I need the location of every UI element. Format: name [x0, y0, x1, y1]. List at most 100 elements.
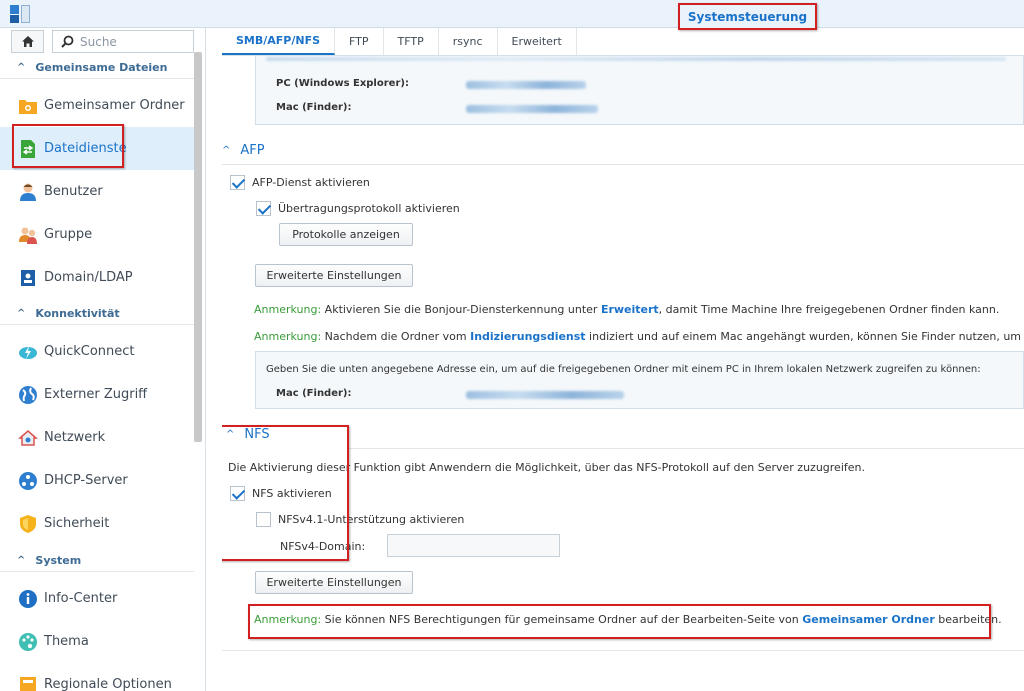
globe-icon — [18, 385, 38, 405]
highlight-file-services — [12, 124, 124, 168]
indexing-service-link[interactable]: Indizierungsdienst — [470, 330, 585, 343]
sidebar-item-theme[interactable]: Thema — [0, 620, 194, 663]
note-text: Nachdem die Ordner vom — [321, 330, 471, 343]
chevron-up-icon: ^ — [17, 62, 26, 73]
sidebar-section-connectivity[interactable]: ^ Konnektivität — [0, 303, 194, 325]
divider — [222, 650, 1024, 651]
chevron-up-icon: ^ — [222, 145, 231, 156]
afp-info-text: Geben Sie die unten angegebene Adresse e… — [266, 364, 981, 375]
afp-transfer-checkbox[interactable] — [256, 201, 271, 216]
mac-address-value — [466, 105, 598, 113]
sidebar-item-network[interactable]: Netzwerk — [0, 416, 194, 459]
afp-advanced-settings-button[interactable]: Erweiterte Einstellungen — [255, 264, 413, 287]
afp-transfer-row[interactable]: Übertragungsprotokoll aktivieren — [256, 201, 460, 216]
sidebar-item-label: Benutzer — [44, 184, 103, 199]
search-placeholder: Suche — [80, 34, 117, 49]
search-input[interactable]: Suche — [52, 30, 194, 53]
network-icon — [18, 428, 38, 448]
sidebar-scrollbar[interactable] — [194, 52, 202, 442]
group-icon — [18, 225, 38, 245]
sidebar-item-label: Netzwerk — [44, 430, 106, 445]
smb-address-box: PC (Windows Explorer): Mac (Finder): — [255, 56, 1024, 125]
sidebar-item-label: Sicherheit — [44, 516, 110, 531]
quickconnect-icon — [18, 342, 38, 362]
afp-section-title: AFP — [240, 143, 265, 158]
window-title: Systemsteuerung — [687, 9, 808, 24]
note-text: Aktivieren Sie die Bonjour-Diensterkennu… — [321, 303, 601, 316]
divider — [349, 448, 1024, 449]
sidebar-section-label: System — [35, 554, 82, 567]
app-logo-icon — [10, 5, 32, 23]
sidebar-section-system[interactable]: ^ System — [0, 550, 194, 572]
afp-mac-address-value — [466, 391, 624, 399]
tab-erweitert[interactable]: Erweitert — [498, 28, 577, 55]
sidebar-item-label: DHCP-Server — [44, 473, 128, 488]
title-bar: Systemsteuerung — [0, 0, 1024, 30]
shared-folder-icon — [18, 96, 38, 116]
afp-mac-label: Mac (Finder): — [276, 388, 352, 399]
search-icon — [61, 35, 74, 48]
sidebar-item-security[interactable]: Sicherheit — [0, 502, 194, 545]
sidebar-item-label: Gemeinsamer Ordner — [44, 98, 185, 113]
dhcp-server-icon — [18, 471, 38, 491]
afp-enable-label: AFP-Dienst aktivieren — [252, 176, 370, 189]
tab-ftp[interactable]: FTP — [335, 28, 384, 55]
show-logs-button[interactable]: Protokolle anzeigen — [279, 223, 413, 246]
highlight-nfs-note — [248, 604, 991, 639]
sidebar-item-info-center[interactable]: Info-Center — [0, 577, 194, 620]
sidebar-item-dhcp-server[interactable]: DHCP-Server — [0, 459, 194, 502]
sidebar-item-domain-ldap[interactable]: Domain/LDAP — [0, 256, 194, 299]
tab-rsync[interactable]: rsync — [439, 28, 498, 55]
sidebar-item-label: Info-Center — [44, 591, 118, 606]
afp-section-header[interactable]: ^ AFP — [222, 143, 1024, 158]
sidebar-item-label: Regionale Optionen — [44, 677, 172, 691]
tab-bar: SMB/AFP/NFS FTP TFTP rsync Erweitert — [222, 28, 1024, 56]
chevron-up-icon: ^ — [17, 555, 26, 566]
home-button[interactable] — [11, 30, 44, 53]
sidebar-item-label: Thema — [44, 634, 89, 649]
afp-enable-row[interactable]: AFP-Dienst aktivieren — [230, 175, 370, 190]
afp-address-box: Geben Sie die unten angegebene Adresse e… — [255, 351, 1024, 409]
sidebar-item-group[interactable]: Gruppe — [0, 213, 194, 256]
sidebar: Suche ^ Gemeinsame Dateien Gemeinsamer O… — [0, 28, 206, 691]
sidebar-item-quickconnect[interactable]: QuickConnect — [0, 330, 194, 373]
highlight-nfs — [222, 425, 349, 561]
sidebar-section-label: Gemeinsame Dateien — [35, 61, 168, 74]
pc-address-value — [466, 81, 586, 89]
tab-smb-afp-nfs[interactable]: SMB/AFP/NFS — [222, 28, 336, 55]
window-title-highlight: Systemsteuerung — [678, 3, 817, 30]
sidebar-section-shared-files[interactable]: ^ Gemeinsame Dateien — [0, 57, 194, 79]
note-prefix: Anmerkung: — [254, 303, 322, 316]
blurred-text — [266, 57, 1006, 61]
regional-options-icon — [18, 675, 38, 691]
home-icon — [21, 36, 34, 47]
sidebar-item-label: Domain/LDAP — [44, 270, 133, 285]
nfs-advanced-settings-button[interactable]: Erweiterte Einstellungen — [255, 571, 413, 594]
nfs-domain-input[interactable] — [387, 534, 560, 557]
sidebar-item-regional-options[interactable]: Regionale Optionen — [0, 663, 194, 691]
info-icon — [18, 589, 38, 609]
mac-address-label: Mac (Finder): — [276, 102, 352, 113]
pc-address-label: PC (Windows Explorer): — [276, 78, 409, 89]
afp-transfer-label: Übertragungsprotokoll aktivieren — [278, 202, 460, 215]
sidebar-item-label: Gruppe — [44, 227, 93, 242]
sidebar-item-label: QuickConnect — [44, 344, 135, 359]
divider — [222, 164, 1024, 165]
sidebar-section-label: Konnektivität — [35, 307, 120, 320]
chevron-up-icon: ^ — [17, 308, 26, 319]
afp-note-indexing: Anmerkung: Nachdem die Ordner vom Indizi… — [254, 330, 1024, 343]
note-text: indiziert und auf einem Mac angehängt wu… — [585, 330, 1024, 343]
erweitert-link[interactable]: Erweitert — [601, 303, 659, 316]
main-content: PC (Windows Explorer): Mac (Finder): ^ A… — [222, 56, 1024, 691]
sidebar-item-external-access[interactable]: Externer Zugriff — [0, 373, 194, 416]
domain-ldap-icon — [18, 268, 38, 288]
user-icon — [18, 182, 38, 202]
sidebar-item-user[interactable]: Benutzer — [0, 170, 194, 213]
afp-enable-checkbox[interactable] — [230, 175, 245, 190]
note-prefix: Anmerkung: — [254, 330, 322, 343]
tab-tftp[interactable]: TFTP — [384, 28, 439, 55]
sidebar-item-shared-folder[interactable]: Gemeinsamer Ordner — [0, 84, 194, 127]
palette-icon — [18, 632, 38, 652]
sidebar-item-label: Externer Zugriff — [44, 387, 148, 402]
shield-icon — [18, 514, 38, 534]
